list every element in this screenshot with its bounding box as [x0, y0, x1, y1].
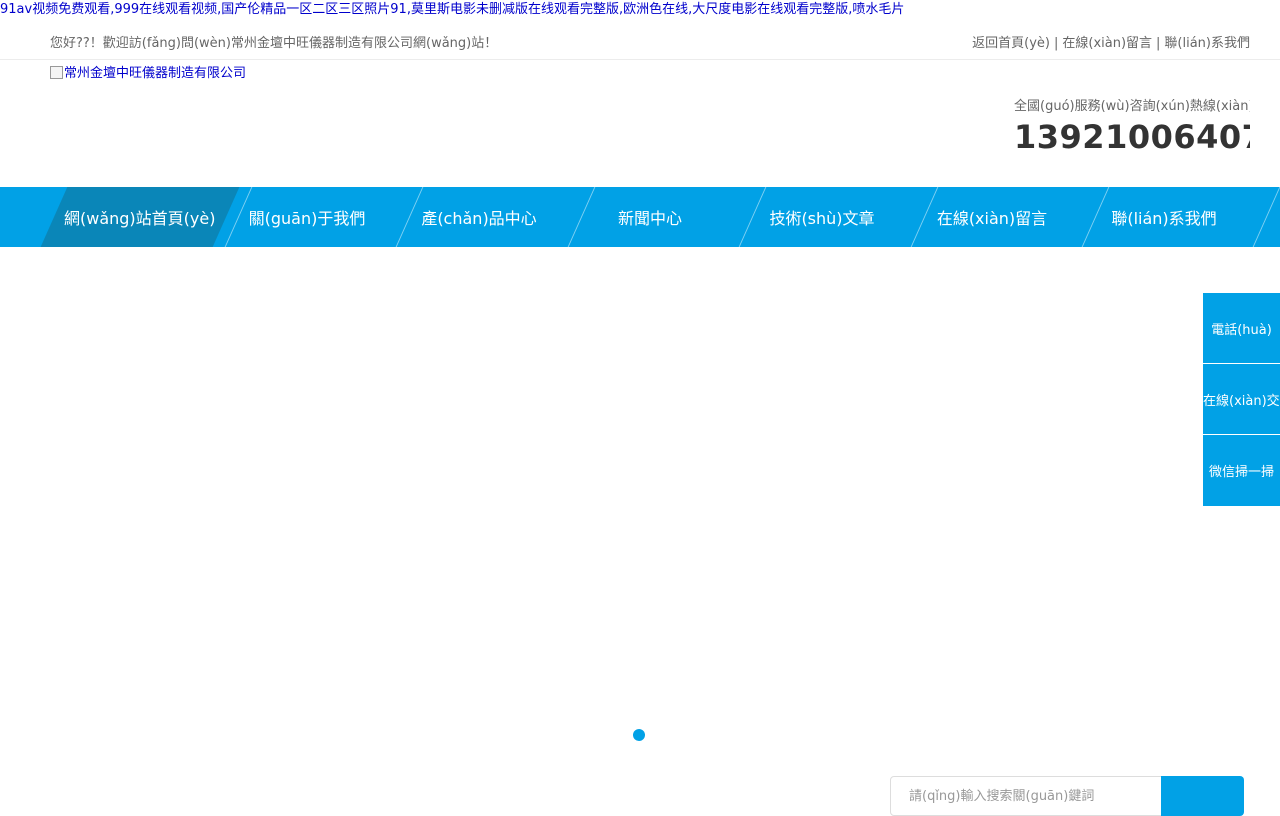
- nav-item-products[interactable]: 產(chǎn)品中心: [393, 187, 565, 247]
- welcome-text: 您好??！歡迎訪(fǎng)問(wèn)常州金壇中旺儀器制造有限公司網(wǎng…: [50, 36, 498, 51]
- side-chat-button[interactable]: 在線(xiàn)交流: [1203, 364, 1280, 435]
- top-links: 返回首頁(yè) | 在線(xiàn)留言 | 聯(lián)系我們: [972, 32, 1250, 51]
- hotline: 全國(guó)服務(wù)咨詢(xún)熱線(xiàn)： 1392100640…: [1014, 95, 1250, 156]
- nav-label: 網(wǎng)站首頁(yè): [64, 209, 216, 228]
- search-bar: [890, 776, 1244, 816]
- side-label: 在線(xiàn)交流: [1203, 393, 1280, 409]
- link-separator: |: [1156, 36, 1161, 51]
- slider-dot-active[interactable]: [633, 729, 645, 741]
- nav-label: 關(guān)于我們: [248, 209, 366, 228]
- side-phone-button[interactable]: 電話(huà): [1203, 293, 1280, 364]
- nav-label: 新聞中心: [617, 209, 682, 228]
- site-header: 常州金壇中旺儀器制造有限公司 全國(guó)服務(wù)咨詢(xún)熱線(xi…: [0, 60, 1280, 187]
- banner-slider: [0, 247, 1280, 772]
- side-float-panel: 電話(huà) 在線(xiàn)交流 微信掃一掃: [1203, 293, 1280, 506]
- side-label: 電話(huà): [1211, 322, 1272, 338]
- nav-label: 在線(xiàn)留言: [936, 209, 1048, 228]
- search-input[interactable]: [890, 776, 1162, 816]
- logo[interactable]: 常州金壇中旺儀器制造有限公司: [50, 62, 246, 81]
- nav-item-news[interactable]: 新聞中心: [564, 187, 736, 247]
- keyword-links[interactable]: 91av视频免费观看,999在线观看视频,国产伦精品一区二区三区照片91,莫里斯…: [0, 2, 904, 17]
- nav-divider: [1252, 187, 1280, 247]
- nav-label: 技術(shù)文章: [769, 209, 875, 228]
- hotline-number: 13921006407: [1014, 118, 1250, 156]
- search-button[interactable]: [1161, 776, 1244, 816]
- nav-item-contact[interactable]: 聯(lián)系我們: [1078, 187, 1250, 247]
- nav-item-home[interactable]: 網(wǎng)站首頁(yè): [40, 187, 240, 247]
- message-link[interactable]: 在線(xiàn)留言: [1062, 36, 1152, 51]
- logo-alt-text: 常州金壇中旺儀器制造有限公司: [64, 66, 247, 81]
- side-label: 微信掃一掃: [1208, 465, 1274, 480]
- nav-item-message[interactable]: 在線(xiàn)留言: [906, 187, 1078, 247]
- main-nav: 網(wǎng)站首頁(yè) 關(guān)于我們 產(chǎn)品中心 新聞中…: [0, 187, 1280, 247]
- link-separator: |: [1053, 36, 1059, 51]
- nav-item-about[interactable]: 關(guān)于我們: [221, 187, 393, 247]
- keyword-link-bar[interactable]: 91av视频免费观看,999在线观看视频,国产伦精品一区二区三区照片91,莫里斯…: [0, 0, 1280, 20]
- hotline-label: 全國(guó)服務(wù)咨詢(xún)熱線(xiàn)：: [1014, 99, 1250, 114]
- nav-label: 產(chǎn)品中心: [421, 209, 537, 228]
- nav-item-articles[interactable]: 技術(shù)文章: [736, 187, 908, 247]
- side-wechat-button[interactable]: 微信掃一掃: [1203, 435, 1280, 506]
- top-bar: 您好??！歡迎訪(fǎng)問(wèn)常州金壇中旺儀器制造有限公司網(wǎng…: [0, 20, 1280, 60]
- contact-link[interactable]: 聯(lián)系我們: [1164, 36, 1250, 51]
- home-link[interactable]: 返回首頁(yè): [972, 36, 1050, 51]
- broken-image-icon: [50, 66, 63, 79]
- nav-label: 聯(lián)系我們: [1111, 209, 1217, 228]
